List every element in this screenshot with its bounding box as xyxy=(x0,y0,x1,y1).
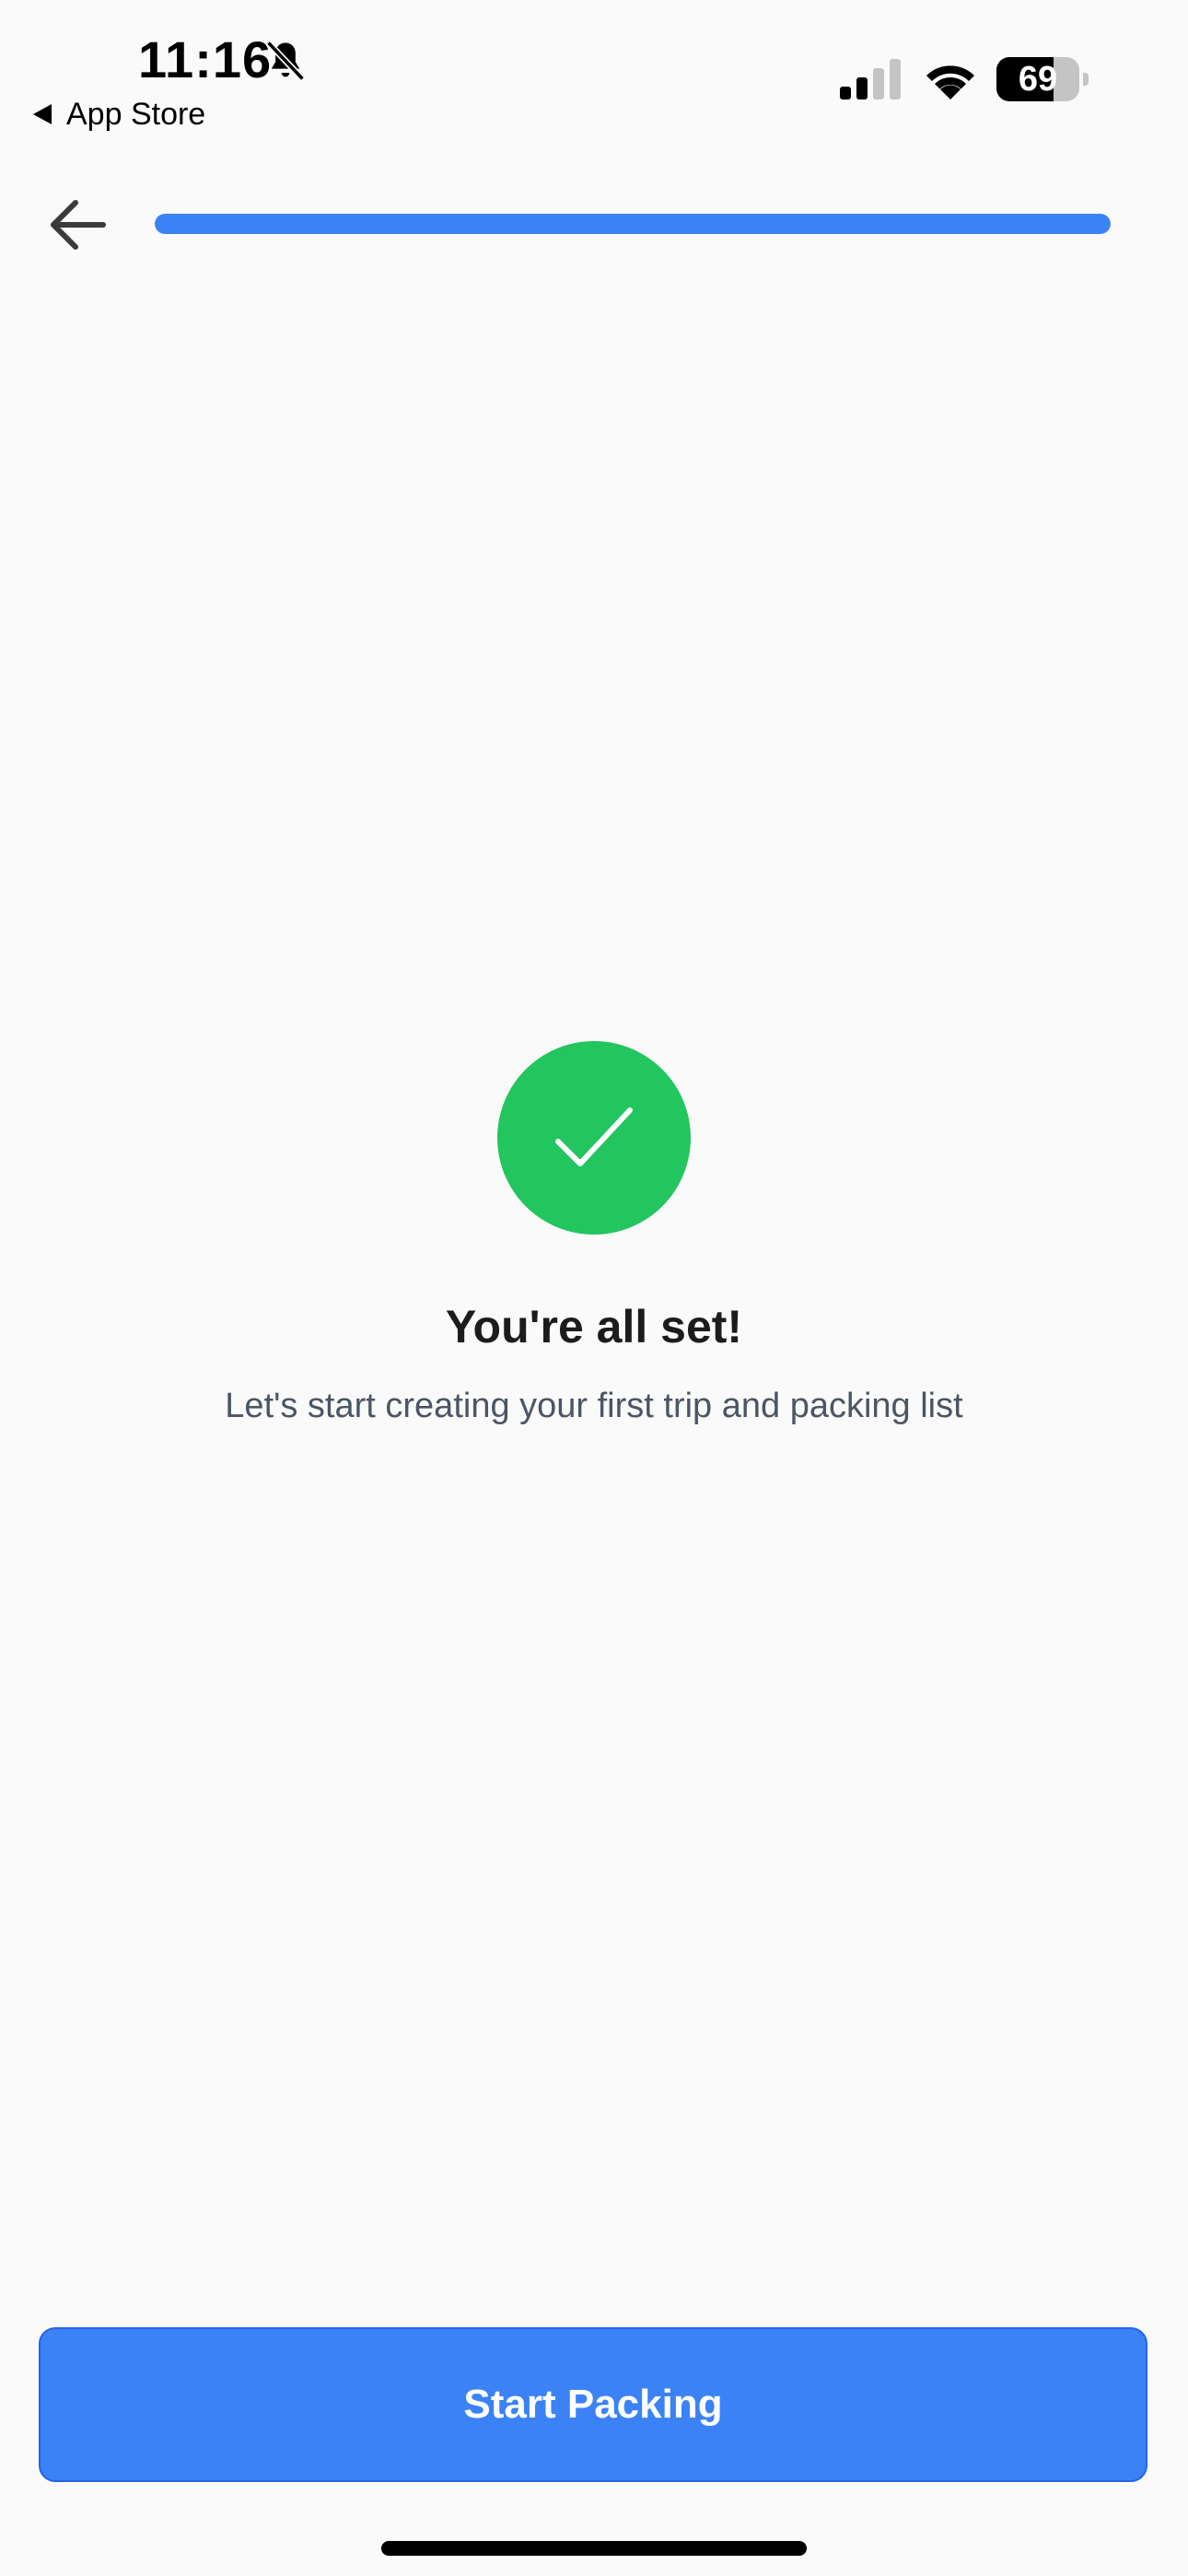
home-indicator[interactable] xyxy=(381,2541,807,2556)
success-badge xyxy=(497,1041,691,1235)
battery-indicator: 69 xyxy=(996,57,1089,101)
page-title: You're all set! xyxy=(445,1301,743,1352)
bell-slash-icon xyxy=(266,41,305,81)
battery-level: 69 xyxy=(1018,60,1058,99)
arrow-left-icon xyxy=(51,200,106,250)
cellular-signal-icon xyxy=(840,59,901,100)
start-packing-button[interactable]: Start Packing xyxy=(39,2327,1147,2482)
page-subtitle: Let's start creating your first trip and… xyxy=(225,1387,963,1425)
wifi-icon xyxy=(926,65,974,100)
back-to-app-store[interactable]: App Store xyxy=(33,94,205,135)
status-time: 11:16 xyxy=(138,30,273,88)
back-to-app-label: App Store xyxy=(66,96,206,132)
back-button[interactable] xyxy=(37,184,118,265)
onboarding-progress-bar xyxy=(155,214,1111,234)
checkmark-icon xyxy=(555,1107,633,1166)
back-triangle-icon xyxy=(33,104,52,124)
progress-fill xyxy=(155,214,1111,234)
